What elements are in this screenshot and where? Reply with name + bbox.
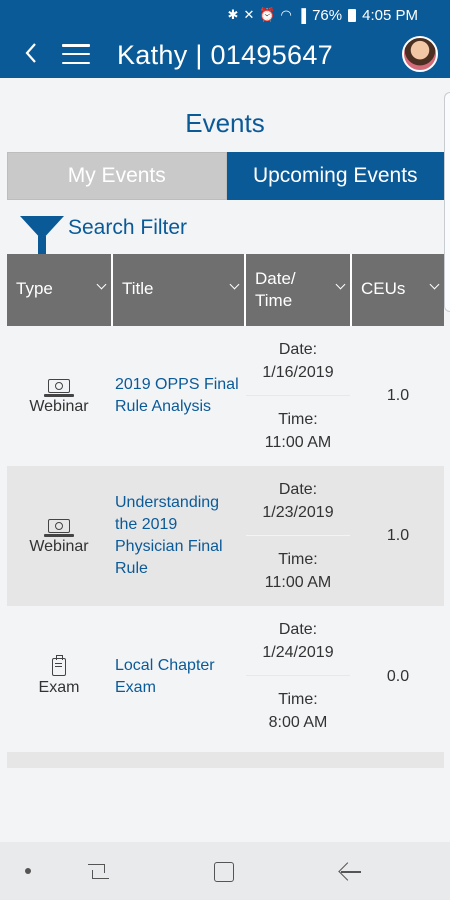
column-header-label: Time	[255, 291, 293, 310]
date-block: Date: 1/24/2019	[246, 606, 350, 676]
event-tabs: My Events Upcoming Events	[7, 152, 444, 200]
ceus-value: 0.0	[386, 668, 410, 685]
column-header-type[interactable]: Type	[7, 254, 111, 326]
table-row[interactable]: Webinar 2019 OPPS Final Rule Analysis Da…	[7, 326, 444, 466]
chevron-down-icon	[229, 279, 240, 290]
date-label: Date:	[278, 340, 318, 358]
column-header-label: CEUs	[361, 279, 406, 298]
user-avatar[interactable]	[402, 36, 438, 72]
app-header: Kathy | 01495647	[0, 30, 450, 78]
clock: 4:05 PM	[362, 6, 418, 24]
search-filter-label: Search Filter	[68, 216, 188, 239]
funnel-icon	[20, 216, 64, 254]
date-value: 1/16/2019	[262, 363, 334, 381]
date-block: Date: 1/23/2019	[246, 466, 350, 536]
time-label: Time:	[278, 551, 318, 568]
page-title: Events	[185, 108, 265, 138]
date-time-cell: Date: 1/24/2019 Time: 8:00 AM	[246, 606, 350, 748]
ceus-value: 1.0	[386, 527, 410, 544]
table-row[interactable]: Exam Local Chapter Exam Date: 1/24/2019 …	[7, 606, 444, 748]
time-value: 11:00 AM	[264, 574, 332, 591]
main-content: Events My Events Upcoming Events Search …	[0, 78, 450, 842]
time-block: Time: 11:00 AM	[246, 396, 350, 466]
laptop-webinar-icon	[44, 516, 74, 537]
column-header-label: Type	[16, 279, 53, 298]
type-cell: Exam	[7, 606, 111, 748]
type-label: Webinar	[29, 538, 89, 555]
type-label: Exam	[38, 679, 80, 696]
recent-apps-icon[interactable]	[88, 864, 110, 879]
chevron-down-icon	[429, 279, 440, 290]
type-cell: Webinar	[7, 326, 111, 466]
search-filter-button[interactable]: Search Filter	[20, 208, 188, 254]
table-header: Type Title Date/ Time CEUs	[7, 254, 444, 326]
event-title-link[interactable]: Local Chapter Exam	[113, 606, 244, 748]
events-list: Webinar 2019 OPPS Final Rule Analysis Da…	[7, 326, 444, 748]
column-header-ceus[interactable]: CEUs	[352, 254, 444, 326]
status-icons: ✱ ✕ ⏰ ◠ ▐	[228, 7, 307, 23]
column-header-date-time[interactable]: Date/ Time	[246, 254, 350, 326]
wifi-icon: ◠	[280, 7, 292, 22]
header-title: Kathy | 01495647	[117, 40, 333, 70]
ceus-value: 1.0	[386, 387, 410, 404]
date-value: 1/24/2019	[262, 643, 334, 661]
time-value: 8:00 AM	[268, 714, 328, 731]
chevron-down-icon	[96, 279, 107, 290]
mute-icon: ✕	[243, 7, 255, 22]
nav-dot-icon[interactable]	[25, 868, 31, 874]
event-title-link[interactable]: 2019 OPPS Final Rule Analysis	[113, 326, 244, 466]
table-row[interactable]: Webinar Understanding the 2019 Physician…	[7, 466, 444, 606]
time-value: 11:00 AM	[264, 434, 332, 451]
type-label: Webinar	[29, 398, 89, 415]
time-block: Time: 8:00 AM	[246, 676, 350, 746]
column-header-title[interactable]: Title	[113, 254, 244, 326]
back-icon[interactable]	[338, 860, 362, 884]
alarm-icon: ⏰	[259, 7, 276, 22]
laptop-webinar-icon	[44, 376, 74, 397]
date-label: Date:	[278, 480, 318, 498]
system-nav-bar	[0, 842, 450, 900]
signal-icon: ▐	[296, 7, 307, 23]
time-label: Time:	[278, 411, 318, 428]
type-cell: Webinar	[7, 466, 111, 606]
column-header-label: Title	[122, 279, 154, 298]
battery-percent: 76%	[312, 6, 343, 24]
tab-my-events[interactable]: My Events	[7, 152, 227, 200]
date-value: 1/23/2019	[262, 503, 334, 521]
status-bar: ✱ ✕ ⏰ ◠ ▐ 76% 4:05 PM	[0, 0, 450, 30]
battery-icon	[348, 8, 357, 22]
event-title-link[interactable]: Understanding the 2019 Physician Final R…	[113, 466, 244, 606]
home-icon[interactable]	[214, 862, 234, 882]
tab-upcoming-events[interactable]: Upcoming Events	[226, 152, 444, 200]
list-footer-bar	[7, 752, 444, 768]
bluetooth-icon: ✱	[227, 7, 239, 22]
clipboard-exam-icon	[47, 655, 71, 677]
date-time-cell: Date: 1/16/2019 Time: 11:00 AM	[246, 326, 350, 466]
time-block: Time: 11:00 AM	[246, 536, 350, 606]
date-block: Date: 1/16/2019	[246, 326, 350, 396]
date-time-cell: Date: 1/23/2019 Time: 11:00 AM	[246, 466, 350, 606]
time-label: Time:	[278, 691, 318, 708]
column-header-label: Date/	[255, 269, 296, 288]
date-label: Date:	[278, 620, 318, 638]
